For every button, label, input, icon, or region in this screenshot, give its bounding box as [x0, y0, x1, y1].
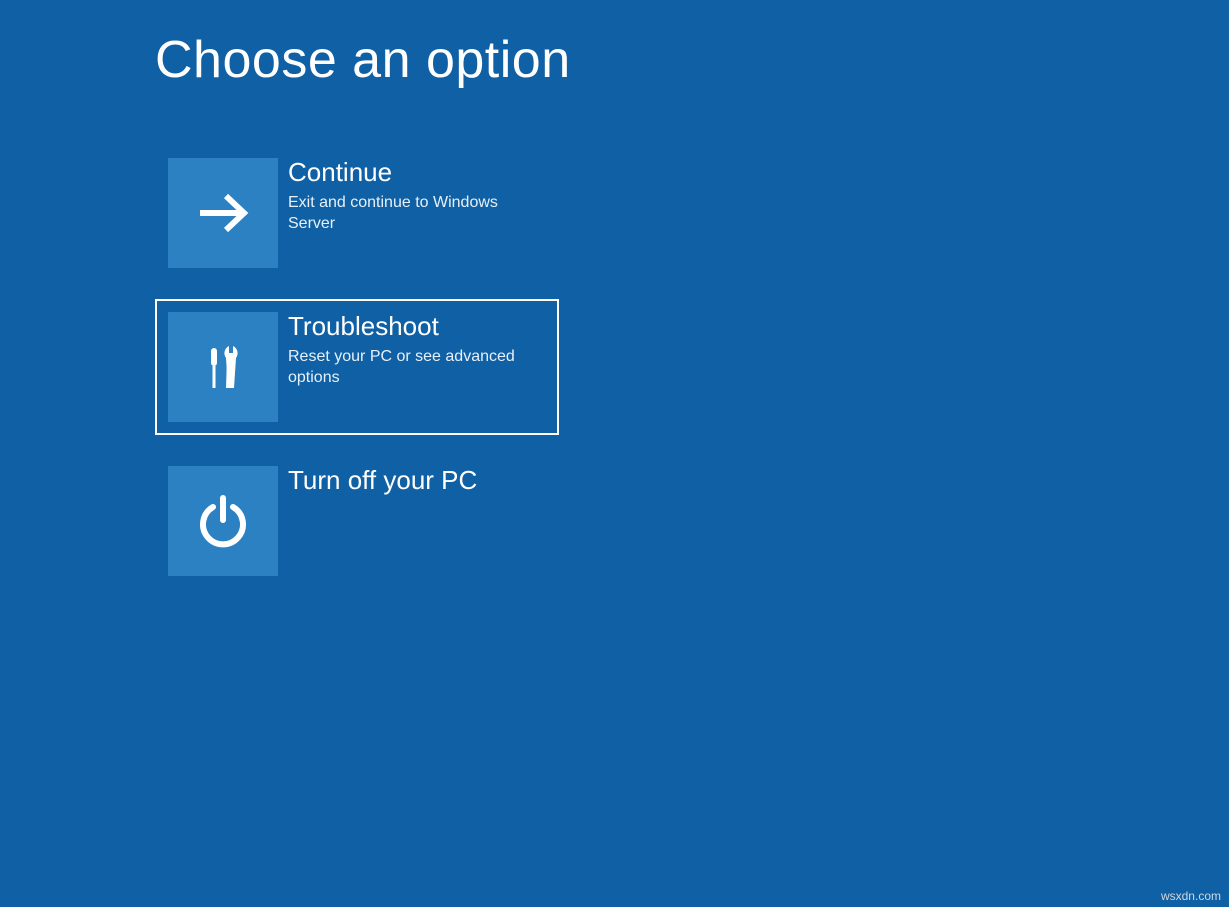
power-icon-tile	[168, 466, 278, 576]
option-text: Troubleshoot Reset your PC or see advanc…	[278, 312, 546, 388]
option-desc: Exit and continue to Windows Server	[288, 193, 546, 235]
arrow-right-icon	[194, 184, 252, 242]
option-title: Troubleshoot	[288, 312, 546, 342]
watermark-text: wsxdn.com	[1161, 889, 1221, 903]
power-icon	[194, 492, 252, 550]
option-turn-off[interactable]: Turn off your PC	[155, 453, 559, 589]
continue-icon-tile	[168, 158, 278, 268]
option-continue[interactable]: Continue Exit and continue to Windows Se…	[155, 145, 559, 281]
tools-icon	[194, 338, 252, 396]
option-desc: Reset your PC or see advanced options	[288, 347, 546, 389]
options-list: Continue Exit and continue to Windows Se…	[155, 145, 1229, 589]
option-text: Turn off your PC	[278, 466, 477, 501]
troubleshoot-icon-tile	[168, 312, 278, 422]
option-text: Continue Exit and continue to Windows Se…	[278, 158, 546, 234]
recovery-options-screen: Choose an option Continue Exit and conti…	[0, 0, 1229, 589]
option-troubleshoot[interactable]: Troubleshoot Reset your PC or see advanc…	[155, 299, 559, 435]
option-title: Turn off your PC	[288, 466, 477, 496]
option-title: Continue	[288, 158, 546, 188]
page-title: Choose an option	[155, 30, 1229, 90]
